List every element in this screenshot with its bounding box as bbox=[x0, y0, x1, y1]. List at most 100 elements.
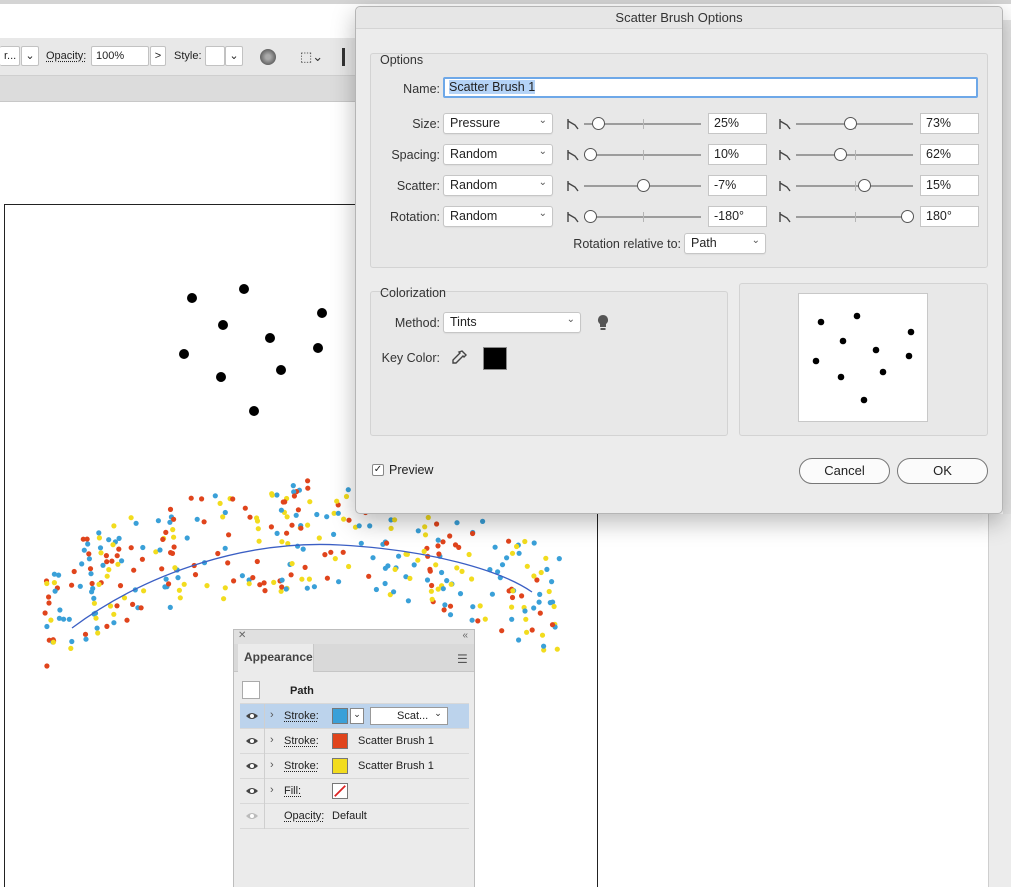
visibility-eye-icon[interactable] bbox=[246, 762, 258, 770]
slider-knob[interactable] bbox=[592, 117, 606, 130]
confetti-dot bbox=[382, 565, 388, 571]
panel-menu-icon[interactable]: ☰ bbox=[457, 652, 468, 666]
pin-icon[interactable] bbox=[778, 179, 792, 193]
max-value-field[interactable]: 73% bbox=[920, 113, 979, 134]
attribute-label[interactable]: Stroke: bbox=[284, 760, 319, 772]
eyedropper-icon[interactable] bbox=[450, 349, 468, 367]
disclosure-triangle-icon[interactable]: › bbox=[270, 734, 274, 746]
pin-icon[interactable] bbox=[778, 210, 792, 224]
appearance-attribute-row[interactable]: › Stroke: Scatter Brush 1 bbox=[240, 754, 469, 779]
visibility-eye-icon[interactable] bbox=[246, 737, 258, 745]
brush-name-value: Scatter Brush 1 bbox=[449, 80, 536, 94]
min-value-field[interactable]: -180° bbox=[708, 206, 767, 227]
confetti-dot bbox=[181, 581, 187, 587]
method-label: Method: bbox=[394, 316, 440, 330]
visibility-eye-icon[interactable] bbox=[246, 712, 258, 720]
slider-knob[interactable] bbox=[901, 210, 915, 223]
variation-method-select[interactable]: Pressure ⌄ bbox=[443, 113, 553, 134]
min-slider[interactable] bbox=[584, 117, 701, 131]
slider-knob[interactable] bbox=[843, 117, 857, 130]
confetti-dot bbox=[454, 520, 460, 526]
confetti-dot bbox=[514, 543, 520, 550]
confetti-dot bbox=[104, 573, 110, 579]
confetti-dot bbox=[459, 568, 465, 575]
brush-name-input[interactable]: Scatter Brush 1 bbox=[443, 77, 978, 98]
colorization-method-select[interactable]: Tints ⌄ bbox=[443, 312, 581, 333]
tab-appearance[interactable]: Appearance bbox=[238, 644, 314, 672]
pin-icon[interactable] bbox=[566, 210, 580, 224]
min-slider[interactable] bbox=[583, 210, 701, 224]
attribute-label[interactable]: Stroke: bbox=[284, 710, 319, 722]
stroke-color-swatch[interactable] bbox=[332, 733, 348, 749]
disclosure-triangle-icon[interactable]: › bbox=[270, 759, 274, 771]
confetti-dot bbox=[346, 563, 352, 570]
confetti-dot bbox=[133, 520, 139, 526]
appearance-attribute-row[interactable]: › Stroke: Scatter Brush 1 bbox=[240, 729, 469, 754]
key-color-swatch[interactable] bbox=[483, 347, 507, 370]
slider-knob[interactable] bbox=[583, 210, 597, 223]
slider-knob[interactable] bbox=[636, 179, 650, 192]
confetti-dot bbox=[305, 522, 311, 528]
confetti-dot bbox=[171, 534, 177, 540]
disclosure-triangle-icon[interactable]: › bbox=[270, 784, 274, 796]
min-value-field[interactable]: -7% bbox=[708, 175, 767, 196]
rotation-relative-select[interactable]: Path ⌄ bbox=[684, 233, 766, 254]
confetti-dot bbox=[192, 572, 199, 578]
confetti-dot bbox=[422, 524, 428, 530]
cancel-button[interactable]: Cancel bbox=[799, 458, 890, 484]
max-slider[interactable] bbox=[796, 148, 913, 162]
preview-checkbox[interactable]: ✓ bbox=[372, 464, 384, 476]
min-slider[interactable] bbox=[583, 148, 701, 162]
attribute-label[interactable]: Fill: bbox=[284, 785, 301, 797]
visibility-eye-icon[interactable] bbox=[246, 787, 258, 795]
appearance-attribute-row[interactable]: › Fill: bbox=[240, 779, 469, 804]
scatter-dot bbox=[265, 333, 275, 343]
min-value-field[interactable]: 25% bbox=[708, 113, 767, 134]
min-value-field[interactable]: 10% bbox=[708, 144, 767, 165]
pin-icon[interactable] bbox=[566, 148, 580, 162]
pin-icon[interactable] bbox=[778, 148, 792, 162]
pin-icon[interactable] bbox=[566, 117, 580, 131]
variation-method-select[interactable]: Random ⌄ bbox=[443, 144, 553, 165]
max-slider[interactable] bbox=[796, 117, 913, 131]
stroke-color-swatch[interactable] bbox=[332, 708, 348, 724]
confetti-dot bbox=[79, 561, 85, 567]
confetti-dot bbox=[311, 584, 317, 590]
stroke-color-swatch[interactable] bbox=[332, 758, 348, 774]
min-slider[interactable] bbox=[584, 179, 701, 193]
opacity-label[interactable]: Opacity: bbox=[284, 810, 324, 822]
visibility-eye-icon[interactable] bbox=[246, 812, 258, 820]
slider-knob[interactable] bbox=[583, 148, 597, 161]
attribute-label[interactable]: Stroke: bbox=[284, 735, 319, 747]
appearance-panel: ✕ « Appearance ☰ Path › Stroke: ⌄ Scat..… bbox=[233, 629, 475, 887]
disclosure-triangle-icon[interactable]: › bbox=[270, 709, 274, 721]
collapse-icon[interactable]: « bbox=[462, 630, 468, 641]
slider-knob[interactable] bbox=[857, 179, 871, 192]
path-row[interactable]: Path bbox=[240, 678, 469, 704]
confetti-dot bbox=[405, 598, 411, 604]
pin-icon[interactable] bbox=[778, 117, 792, 131]
swatch-dropdown[interactable]: ⌄ bbox=[350, 708, 364, 724]
max-slider[interactable] bbox=[796, 179, 913, 193]
fill-none-swatch[interactable] bbox=[332, 783, 348, 799]
max-slider[interactable] bbox=[796, 210, 915, 224]
variation-method-select[interactable]: Random ⌄ bbox=[443, 206, 553, 227]
slider-knob[interactable] bbox=[834, 148, 848, 161]
chevron-down-icon: ⌄ bbox=[538, 208, 547, 219]
chevron-down-icon[interactable]: ⌄ bbox=[430, 708, 446, 724]
confetti-dot bbox=[274, 530, 280, 537]
max-value-field[interactable]: 180° bbox=[920, 206, 979, 227]
key-color-label: Key Color: bbox=[381, 351, 440, 365]
tips-lightbulb-icon[interactable] bbox=[596, 314, 610, 332]
row-divider bbox=[264, 804, 265, 829]
confetti-dot bbox=[480, 518, 486, 525]
opacity-row[interactable]: Opacity: Default bbox=[240, 804, 469, 829]
appearance-attribute-row[interactable]: › Stroke: ⌄ Scat... ⌄ bbox=[240, 704, 469, 729]
pin-icon[interactable] bbox=[566, 179, 580, 193]
variation-method-select[interactable]: Random ⌄ bbox=[443, 175, 553, 196]
close-icon[interactable]: ✕ bbox=[238, 630, 246, 641]
ok-button[interactable]: OK bbox=[897, 458, 988, 484]
max-value-field[interactable]: 15% bbox=[920, 175, 979, 196]
max-value-field[interactable]: 62% bbox=[920, 144, 979, 165]
confetti-dot bbox=[194, 516, 200, 522]
